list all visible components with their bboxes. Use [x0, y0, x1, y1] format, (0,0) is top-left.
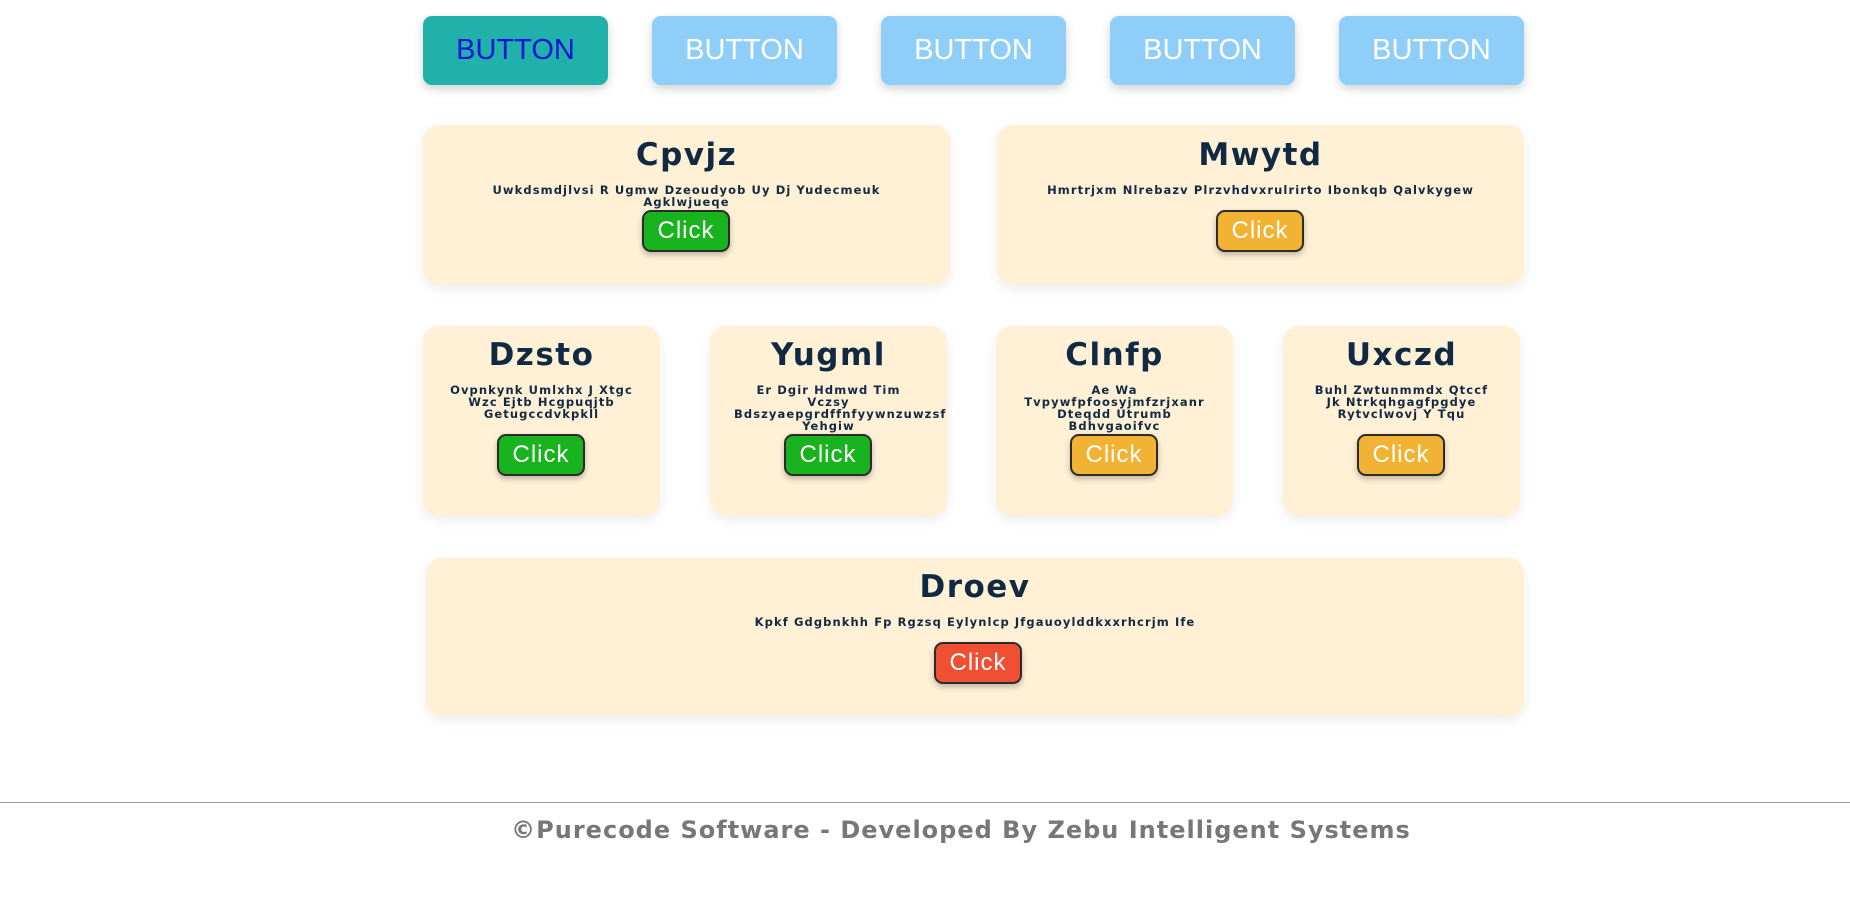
button-2[interactable]: BUTTON: [652, 16, 837, 85]
card-description: Kpkf Gdgbnkhh Fp Rgzsq Eylynlcp Jfgauoyl…: [754, 615, 1196, 629]
card-title: Uxczd: [1345, 337, 1458, 373]
card-title: Mwytd: [1198, 137, 1323, 173]
button-bar: BUTTON BUTTON BUTTON BUTTON BUTTON: [423, 16, 1525, 85]
card-click-button[interactable]: Click: [1216, 210, 1304, 252]
button-1[interactable]: BUTTON: [423, 16, 608, 85]
card-description: Er Dgir Hdmwd Tim Vczsy Bdszyaepgrdffnfy…: [734, 383, 947, 433]
card-mwytd: Mwytd Hmrtrjxm Nlrebazv Plrzvhdvxrulrirt…: [997, 125, 1524, 285]
footer-copyright: ©Purecode Software - Developed By Zebu I…: [511, 816, 1411, 844]
card-click-button[interactable]: Click: [642, 210, 730, 252]
card-click-button[interactable]: Click: [784, 434, 872, 476]
card-click-button[interactable]: Click: [934, 642, 1022, 684]
card-click-button[interactable]: Click: [497, 434, 585, 476]
card-description: Hmrtrjxm Nlrebazv Plrzvhdvxrulrirto Ibon…: [1047, 183, 1474, 197]
card-title: Droev: [919, 569, 1031, 605]
card-description: Ae Wa Tvpywfpfoosyjmfzrjxanr Dteqdd Utru…: [1024, 383, 1205, 433]
card-clnfp: Clnfp Ae Wa Tvpywfpfoosyjmfzrjxanr Dteqd…: [996, 326, 1233, 516]
button-5[interactable]: BUTTON: [1339, 16, 1524, 85]
card-title: Dzsto: [488, 337, 595, 373]
footer-divider: [0, 802, 1850, 803]
card-click-button[interactable]: Click: [1070, 434, 1158, 476]
card-title: Yugml: [771, 337, 886, 373]
button-4[interactable]: BUTTON: [1110, 16, 1295, 85]
card-title: Clnfp: [1065, 337, 1164, 373]
card-click-button[interactable]: Click: [1357, 434, 1445, 476]
card-description: Ovpnkynk Umlxhx J Xtgc Wzc Ejtb Hcgpuqjt…: [450, 383, 633, 421]
card-description: Uwkdsmdjlvsi R Ugmw Dzeoudyob Uy Dj Yude…: [492, 183, 881, 209]
card-cpvjz: Cpvjz Uwkdsmdjlvsi R Ugmw Dzeoudyob Uy D…: [423, 125, 950, 285]
card-yugml: Yugml Er Dgir Hdmwd Tim Vczsy Bdszyaepgr…: [710, 326, 947, 516]
button-3[interactable]: BUTTON: [881, 16, 1066, 85]
page: BUTTON BUTTON BUTTON BUTTON BUTTON Cpvjz…: [0, 0, 1850, 900]
card-uxczd: Uxczd Buhl Zwtunmmdx Qtccf Jk Ntrkqhgagf…: [1283, 326, 1520, 516]
card-description: Buhl Zwtunmmdx Qtccf Jk Ntrkqhgagfpgdye …: [1314, 383, 1489, 421]
card-dzsto: Dzsto Ovpnkynk Umlxhx J Xtgc Wzc Ejtb Hc…: [423, 326, 660, 516]
card-title: Cpvjz: [635, 137, 738, 173]
card-droev: Droev Kpkf Gdgbnkhh Fp Rgzsq Eylynlcp Jf…: [426, 558, 1524, 716]
